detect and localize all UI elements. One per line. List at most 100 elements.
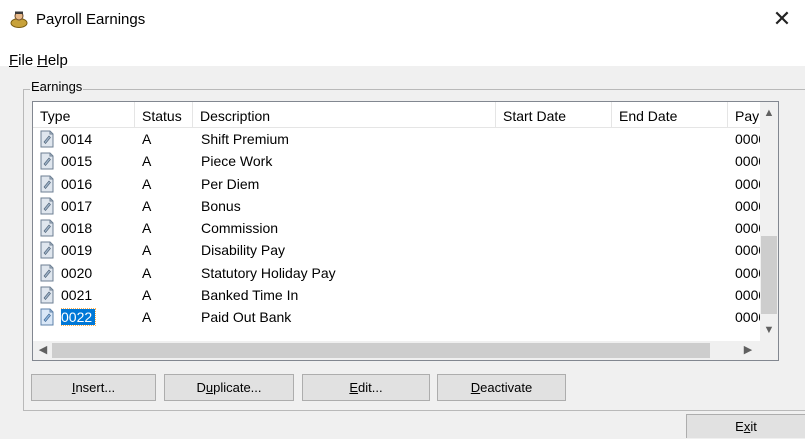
document-icon bbox=[40, 308, 54, 326]
insert-button[interactable]: Insert... bbox=[31, 374, 156, 401]
cell-status-text: A bbox=[142, 197, 152, 214]
deactivate-mnemonic: D bbox=[470, 380, 481, 395]
horizontal-scroll-thumb[interactable] bbox=[52, 343, 710, 358]
title-bar: Payroll Earnings ✕ bbox=[0, 0, 805, 40]
cell-start-date bbox=[503, 217, 608, 239]
cell-type: 0016 bbox=[61, 173, 131, 195]
cell-status: A bbox=[142, 173, 182, 195]
cell-status-text: A bbox=[142, 309, 152, 326]
exit-label: it bbox=[750, 419, 757, 434]
table-row[interactable]: 0019 A Disability Pay 00002 bbox=[33, 239, 761, 261]
cell-payroll-text: 00002 bbox=[735, 131, 761, 147]
table-row[interactable]: 0020 A Statutory Holiday Pay 00002 bbox=[33, 262, 761, 284]
column-header-status[interactable]: Status bbox=[135, 102, 193, 128]
menu-file[interactable]: File bbox=[9, 52, 33, 69]
column-header-description[interactable]: Description bbox=[193, 102, 496, 128]
cell-end-date bbox=[619, 306, 724, 328]
vertical-scroll-thumb[interactable] bbox=[761, 236, 777, 314]
duplicate-label: plicate... bbox=[213, 380, 262, 395]
document-icon bbox=[40, 241, 54, 259]
column-header-type[interactable]: Type bbox=[33, 102, 135, 128]
cell-description-text: Disability Pay bbox=[201, 242, 286, 259]
cell-start-date bbox=[503, 284, 608, 306]
cell-end-date bbox=[619, 239, 724, 261]
cell-start-date bbox=[503, 150, 608, 172]
cell-status-text: A bbox=[142, 131, 152, 147]
cell-end-date bbox=[619, 217, 724, 239]
cell-status-text: A bbox=[142, 175, 152, 192]
column-header-end-date[interactable]: End Date bbox=[612, 102, 728, 128]
cell-description-text: Banked Time In bbox=[201, 287, 299, 304]
cell-type: 0014 bbox=[61, 128, 131, 150]
cell-description-text: Per Diem bbox=[201, 175, 260, 192]
column-header-start-date[interactable]: Start Date bbox=[496, 102, 612, 128]
cell-payroll-text: 00002 bbox=[735, 175, 761, 192]
chevron-left-icon[interactable]: ◀ bbox=[34, 341, 52, 359]
menu-file-mnemonic: F bbox=[9, 52, 19, 69]
document-icon bbox=[40, 130, 54, 148]
cell-description-text: Statutory Holiday Pay bbox=[201, 264, 336, 281]
vertical-scrollbar[interactable]: ▲ ▼ bbox=[760, 102, 778, 341]
insert-label: nsert... bbox=[75, 380, 116, 395]
cell-payroll: 00002 bbox=[735, 306, 761, 328]
cell-type-text: 0019 bbox=[61, 242, 93, 259]
cell-payroll-text: 00002 bbox=[735, 220, 761, 237]
column-header-payroll[interactable]: Payra bbox=[728, 102, 761, 128]
list-rows: 0014AShift Premium000020015APiece Work00… bbox=[33, 128, 761, 329]
cell-payroll: 00002 bbox=[735, 262, 761, 284]
edit-label: dit... bbox=[358, 380, 383, 395]
cell-payroll-text: 00002 bbox=[735, 309, 761, 326]
cell-end-date bbox=[619, 262, 724, 284]
cell-status: A bbox=[142, 306, 182, 328]
cell-description-text: Bonus bbox=[201, 197, 241, 214]
chevron-down-icon[interactable]: ▼ bbox=[760, 321, 778, 339]
cell-payroll-text: 00002 bbox=[735, 264, 761, 281]
menu-help[interactable]: Help bbox=[37, 52, 68, 69]
cell-type-text: 0015 bbox=[61, 153, 93, 170]
cell-end-date bbox=[619, 195, 724, 217]
close-button[interactable]: ✕ bbox=[759, 0, 805, 40]
window-title: Payroll Earnings bbox=[36, 11, 146, 28]
cell-payroll: 00002 bbox=[735, 173, 761, 195]
horizontal-scrollbar[interactable]: ◀ ▶ bbox=[33, 341, 760, 360]
menu-help-label: elp bbox=[47, 52, 68, 69]
cell-payroll: 00002 bbox=[735, 128, 761, 150]
cell-type-text: 0021 bbox=[61, 287, 93, 304]
duplicate-button[interactable]: Duplicate... bbox=[164, 374, 294, 401]
chevron-right-icon[interactable]: ▶ bbox=[739, 341, 757, 359]
cell-description-text: Piece Work bbox=[201, 153, 273, 170]
table-row[interactable]: 0018 A Commission 00002 bbox=[33, 217, 761, 239]
deactivate-label: eactivate bbox=[480, 380, 533, 395]
cell-payroll-text: 00002 bbox=[735, 197, 761, 214]
cell-description: Disability Pay bbox=[201, 239, 491, 261]
cell-payroll: 00002 bbox=[735, 195, 761, 217]
cell-type-text: 0017 bbox=[61, 197, 93, 214]
cell-description: Paid Out Bank bbox=[201, 306, 491, 328]
exit-label-start: E bbox=[735, 419, 744, 434]
edit-button[interactable]: Edit... bbox=[302, 374, 430, 401]
table-row[interactable]: 0016 A Per Diem 00002 bbox=[33, 173, 761, 195]
deactivate-button[interactable]: Deactivate bbox=[437, 374, 566, 401]
earnings-list[interactable]: Type Status Description Start Date End D… bbox=[32, 101, 779, 361]
table-row[interactable]: 0021 A Banked Time In 00002 bbox=[33, 284, 761, 306]
cell-start-date bbox=[503, 195, 608, 217]
table-row[interactable]: 0014 A Shift Premium 00002 bbox=[33, 128, 761, 150]
cell-type: 0022 bbox=[61, 306, 131, 328]
table-row[interactable]: 0017 A Bonus 00002 bbox=[33, 195, 761, 217]
document-icon bbox=[40, 286, 54, 304]
cell-description-text: Commission bbox=[201, 220, 279, 237]
cell-status: A bbox=[142, 262, 182, 284]
table-row[interactable]: 0022 A Paid Out Bank 00002 bbox=[33, 306, 761, 328]
duplicate-label-start: D bbox=[196, 380, 206, 395]
cell-start-date bbox=[503, 173, 608, 195]
scrollbar-corner bbox=[760, 341, 778, 360]
document-icon bbox=[40, 264, 54, 282]
cell-end-date bbox=[619, 128, 724, 150]
cell-payroll: 00002 bbox=[735, 284, 761, 306]
table-row[interactable]: 0015 A Piece Work 00002 bbox=[33, 150, 761, 172]
exit-button[interactable]: Exit bbox=[686, 414, 805, 438]
cell-type: 0019 bbox=[61, 239, 131, 261]
cell-status: A bbox=[142, 195, 182, 217]
cell-description: Piece Work bbox=[201, 150, 491, 172]
chevron-up-icon[interactable]: ▲ bbox=[760, 104, 778, 122]
